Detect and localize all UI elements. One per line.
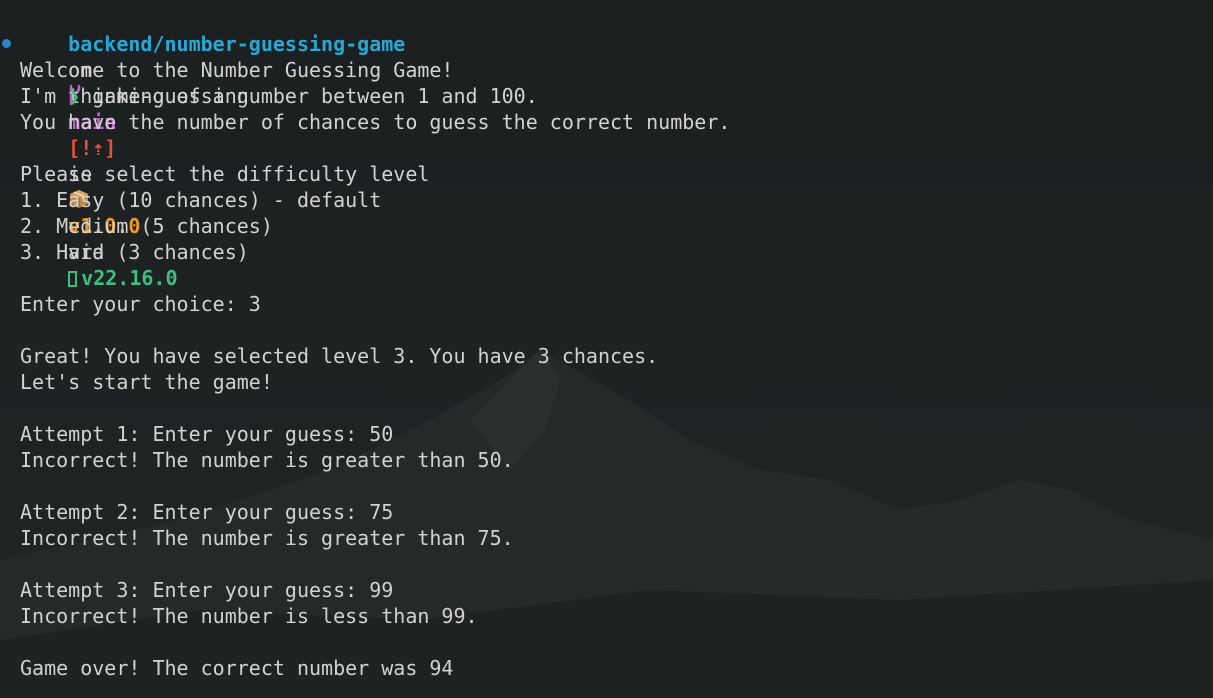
output-line: Incorrect! The number is less than 99.: [20, 604, 478, 628]
terminal-output: backend/number-guessing-game on main [!⇡…: [0, 5, 1213, 681]
output-line: Attempt 1: Enter your guess: 50: [20, 422, 394, 446]
output-line: Incorrect! The number is greater than 75…: [20, 526, 514, 550]
node-version: v22.16.0: [81, 266, 178, 290]
output-line: Great! You have selected level 3. You ha…: [20, 344, 659, 368]
command-line: ❯ game-guessing: [0, 31, 1213, 108]
output-line: 3. Hard (3 chances): [20, 240, 249, 264]
output-line: Attempt 3: Enter your guess: 99: [20, 578, 394, 602]
nodejs-icon: [68, 271, 78, 287]
prompt-chevron-icon: ❯: [68, 84, 81, 108]
output-line: Enter your choice: 3: [20, 292, 261, 316]
output-line: 2. Medium (5 chances): [20, 214, 273, 238]
command-text: game-guessing: [92, 84, 249, 108]
output-line: 1. Easy (10 chances) - default: [20, 188, 382, 212]
prompt-line: backend/number-guessing-game on main [!⇡…: [0, 5, 1213, 290]
program-output: Welcome to the Number Guessing Game! I'm…: [0, 57, 1213, 681]
output-line: Let's start the game!: [20, 370, 273, 394]
output-line: Please select the difficulty level: [20, 162, 430, 186]
output-line: Welcome to the Number Guessing Game!: [20, 58, 454, 82]
output-line: Incorrect! The number is greater than 50…: [20, 448, 514, 472]
output-line: You have the number of chances to guess …: [20, 110, 731, 134]
git-status: [!⇡]: [68, 136, 117, 160]
output-line: Attempt 2: Enter your guess: 75: [20, 500, 394, 524]
status-dot-icon: [2, 39, 11, 48]
output-line: Game over! The correct number was 94: [20, 656, 454, 680]
